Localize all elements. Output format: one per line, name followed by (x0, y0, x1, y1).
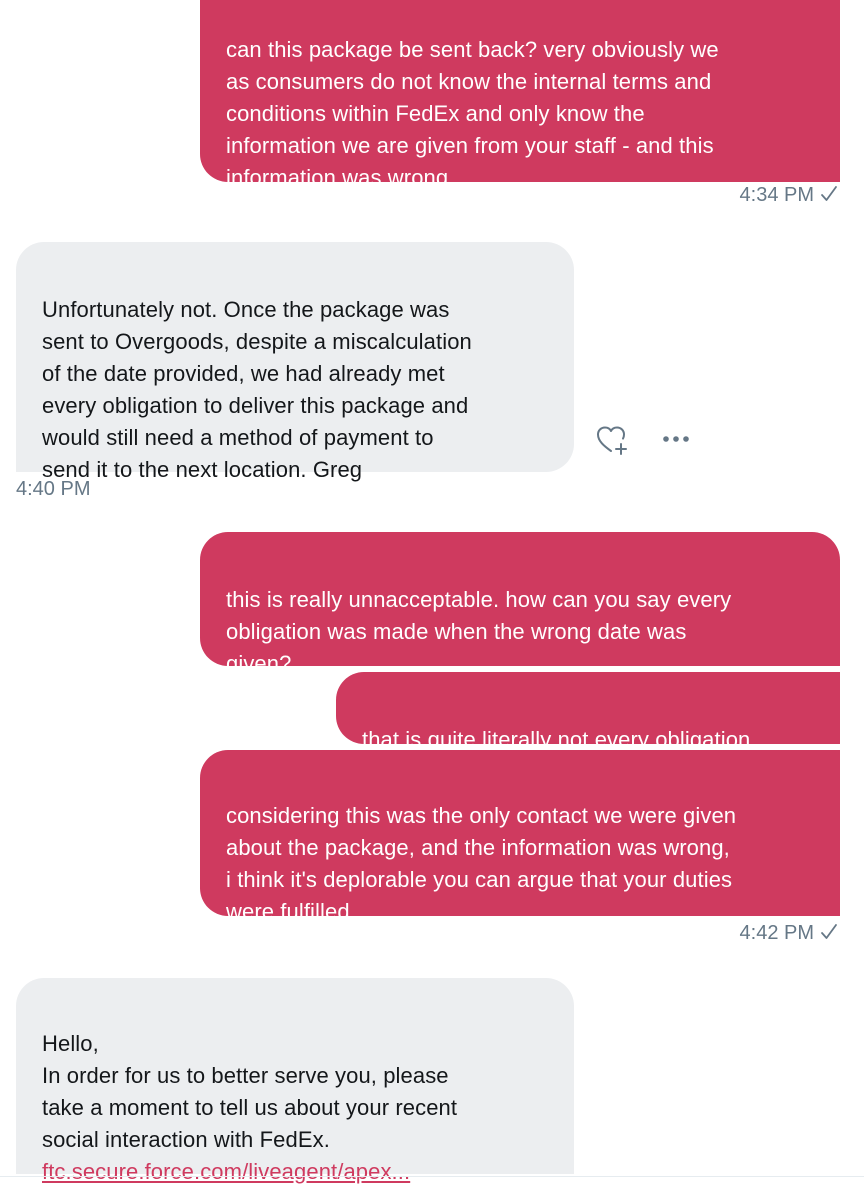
divider (0, 1176, 864, 1177)
received-message-bubble: Unfortunately not. Once the package was … (16, 242, 574, 482)
conversation-thread: can this package be sent back? very obvi… (0, 0, 864, 1186)
sent-message-bubble: can this package be sent back? very obvi… (200, 0, 840, 190)
message-timestamp: 4:42 PM (740, 922, 838, 947)
heart-plus-icon[interactable] (592, 420, 632, 460)
checkmark-icon (820, 185, 838, 209)
message-text: Hello, In order for us to better serve y… (42, 1031, 458, 1152)
survey-link[interactable]: ftc.secure.force.com/liveagent/apex... (42, 1159, 410, 1184)
received-message-bubble: Hello, In order for us to better serve y… (16, 978, 574, 1184)
timestamp-text: 4:42 PM (739, 922, 814, 944)
timestamp-text: 4:40 PM (16, 478, 91, 500)
message-timestamp: 4:34 PM (740, 184, 838, 209)
message-text: considering this was the only contact we… (226, 803, 737, 924)
sent-message-bubble: that is quite literally not every obliga… (336, 672, 840, 752)
message-text: that is quite literally not every obliga… (362, 727, 751, 752)
sent-message-bubble: considering this was the only contact we… (200, 750, 840, 924)
message-text: Unfortunately not. Once the package was … (42, 297, 472, 482)
timestamp-text: 4:34 PM (739, 184, 814, 206)
message-text: this is really unnacceptable. how can yo… (226, 587, 732, 676)
checkmark-icon (820, 923, 838, 947)
message-text: can this package be sent back? very obvi… (226, 37, 719, 190)
message-timestamp: 4:40 PM (16, 478, 90, 501)
sent-message-bubble: this is really unnacceptable. how can yo… (200, 532, 840, 676)
more-options-icon[interactable] (656, 424, 696, 454)
